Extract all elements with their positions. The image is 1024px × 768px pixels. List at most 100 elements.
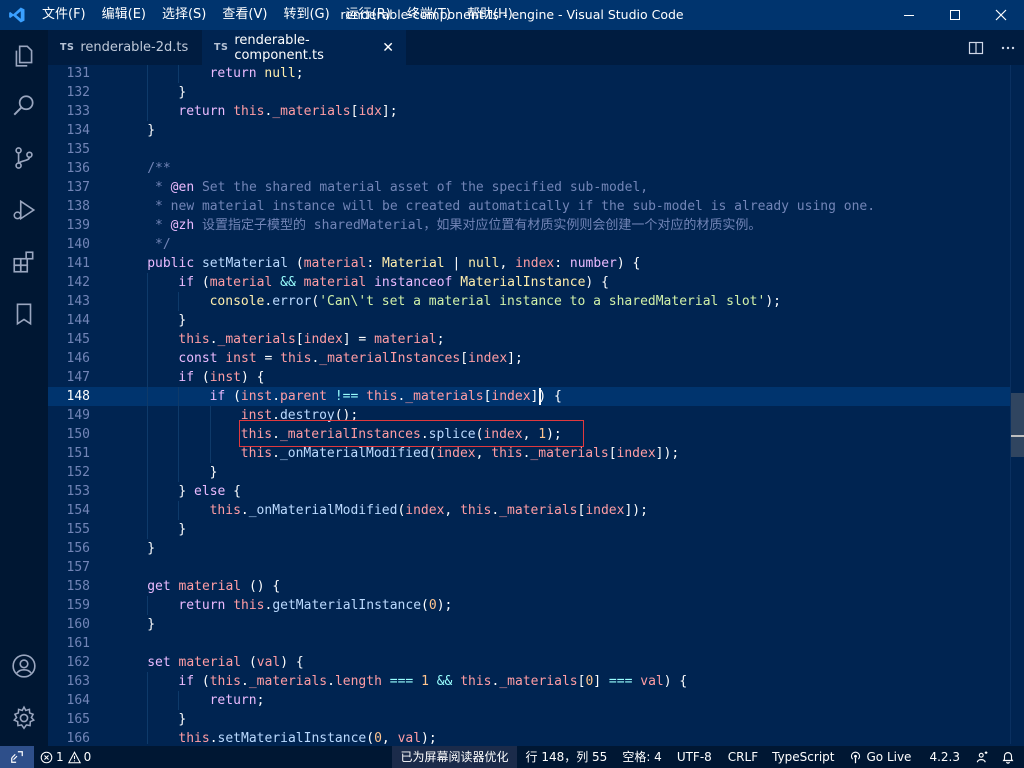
menu-item-3[interactable]: 查看(V) [214,0,275,30]
code-line[interactable]: 141 public setMaterial (material: Materia… [48,254,1010,273]
version-indicator[interactable]: 4.2.3 [919,746,970,768]
tab-renderable-component[interactable]: TS renderable-component.ts ✕ [202,30,406,65]
code-token: ( [194,674,210,689]
line-number: 162 [66,655,90,670]
split-editor-button[interactable] [960,30,992,65]
more-actions-button[interactable] [992,30,1024,65]
close-window-button[interactable] [978,0,1024,30]
screen-reader-mode[interactable]: 已为屏幕阅读器优化 [392,746,517,768]
code-line[interactable]: 165} [48,710,1010,729]
code-line[interactable]: 157 [48,558,1010,577]
maximize-button[interactable] [932,0,978,30]
menu-item-6[interactable]: 终端(T) [399,0,459,30]
code-line[interactable]: 132} [48,83,1010,102]
code-token: , [499,256,516,271]
code-line[interactable]: 148 if (inst.parent !== this._materials[i… [48,387,1010,406]
code-line[interactable]: 144} [48,311,1010,330]
menu-item-1[interactable]: 编辑(E) [94,0,154,30]
account-icon[interactable] [0,640,48,692]
bell-icon [1002,752,1014,764]
menu-item-2[interactable]: 选择(S) [154,0,214,30]
encoding[interactable]: UTF-8 [668,746,721,768]
code-token: ( [366,731,375,744]
code-line[interactable]: 162 set material (val) { [48,653,1010,672]
go-live-button[interactable]: Go Live [841,746,919,768]
code-line[interactable]: 160} [48,615,1010,634]
code-line[interactable]: 156} [48,539,1010,558]
run-debug-icon[interactable] [0,184,48,236]
code-token: @zh [170,218,195,233]
cursor-position[interactable]: 行 148，列 55 [517,746,617,768]
menu-item-4[interactable]: 转到(G) [275,0,337,30]
settings-gear-icon[interactable] [0,692,48,744]
line-number: 138 [66,199,90,214]
feedback-button[interactable] [970,746,996,768]
extensions-icon[interactable] [0,236,48,288]
notifications-button[interactable] [996,746,1024,768]
files-icon[interactable] [0,30,48,82]
code-line[interactable]: 131 return null; [48,65,1010,83]
remote-indicator-button[interactable] [0,746,34,768]
code-line[interactable]: 143 console.error('Can\'t set a material … [48,292,1010,311]
vertical-scrollbar[interactable] [1010,65,1024,744]
code-token: _onMaterialModified [248,503,398,518]
tab-renderable-2d[interactable]: TS renderable-2d.ts [48,30,202,65]
code-line[interactable]: 134} [48,121,1010,140]
code-line[interactable]: 147 if (inst) { [48,368,1010,387]
code-line[interactable]: 139 * @zh 设置指定子模型的 sharedMaterial，如果对应位置… [48,216,1010,235]
code-line[interactable]: 145 this._materials[index] = material; [48,330,1010,349]
code-line[interactable]: 166 this.setMaterialInstance(0, val); [48,729,1010,744]
indent-guide [178,463,180,482]
menu-item-7[interactable]: 帮助(H) [459,0,521,30]
code-line[interactable]: 142 if (material && material instanceof M… [48,273,1010,292]
code-line[interactable]: 163 if (this._materials.length === 1 && t… [48,672,1010,691]
line-code: } [178,83,186,102]
code-token: . [241,674,249,689]
code-line[interactable]: 158 get material () { [48,577,1010,596]
code-editor[interactable]: 131 return null; 132} 133 return this._mater… [48,65,1010,744]
code-line[interactable]: 137 * @en Set the shared material asset … [48,178,1010,197]
code-token: instanceof [366,275,461,290]
code-line[interactable]: 138 * new material instance will be crea… [48,197,1010,216]
line-number: 134 [66,123,90,138]
source-control-icon[interactable] [0,132,48,184]
error-count: 1 [56,750,64,764]
code-line[interactable]: 153} else { [48,482,1010,501]
code-token: === [381,674,422,689]
code-line[interactable]: 159 return this.getMaterialInstance(0); [48,596,1010,615]
line-number: 142 [66,275,90,290]
end-of-line[interactable]: CRLF [721,746,765,768]
code-line[interactable]: 155} [48,520,1010,539]
indent-guide [147,729,149,744]
menu-item-5[interactable]: 运行(R) [338,0,399,30]
code-line[interactable]: 136 /** [48,159,1010,178]
code-line[interactable]: 161 [48,634,1010,653]
line-code: /** [147,159,170,178]
minimize-button[interactable] [886,0,932,30]
code-token: /** [147,161,171,176]
line-number: 136 [66,161,90,176]
indentation[interactable]: 空格: 4 [616,746,668,768]
code-line[interactable]: 133 return this._materials[idx]; [48,102,1010,121]
code-line[interactable]: 154 this._onMaterialModified(index, this.… [48,501,1010,520]
menu-item-0[interactable]: 文件(F) [34,0,94,30]
code-line[interactable]: 146 const inst = this._materialInstances[… [48,349,1010,368]
line-number: 135 [66,142,90,157]
indent-guide [147,83,149,102]
scrollbar-thumb[interactable] [1011,393,1024,457]
line-number: 160 [66,617,90,632]
code-token: if [178,370,195,385]
close-tab-icon[interactable]: ✕ [382,40,394,56]
code-line[interactable]: 140 */ [48,235,1010,254]
line-number: 145 [66,332,90,347]
code-line[interactable]: 152} [48,463,1010,482]
language-mode[interactable]: TypeScript [765,746,841,768]
search-icon[interactable] [0,80,48,132]
bookmark-icon[interactable] [0,288,48,340]
line-number: 164 [66,693,90,708]
code-token: [ [295,332,304,347]
code-line[interactable]: 164 return; [48,691,1010,710]
code-line[interactable]: 135 [48,140,1010,159]
code-token: setMaterial [201,256,289,271]
problems-indicator[interactable]: 1 0 [34,746,97,768]
